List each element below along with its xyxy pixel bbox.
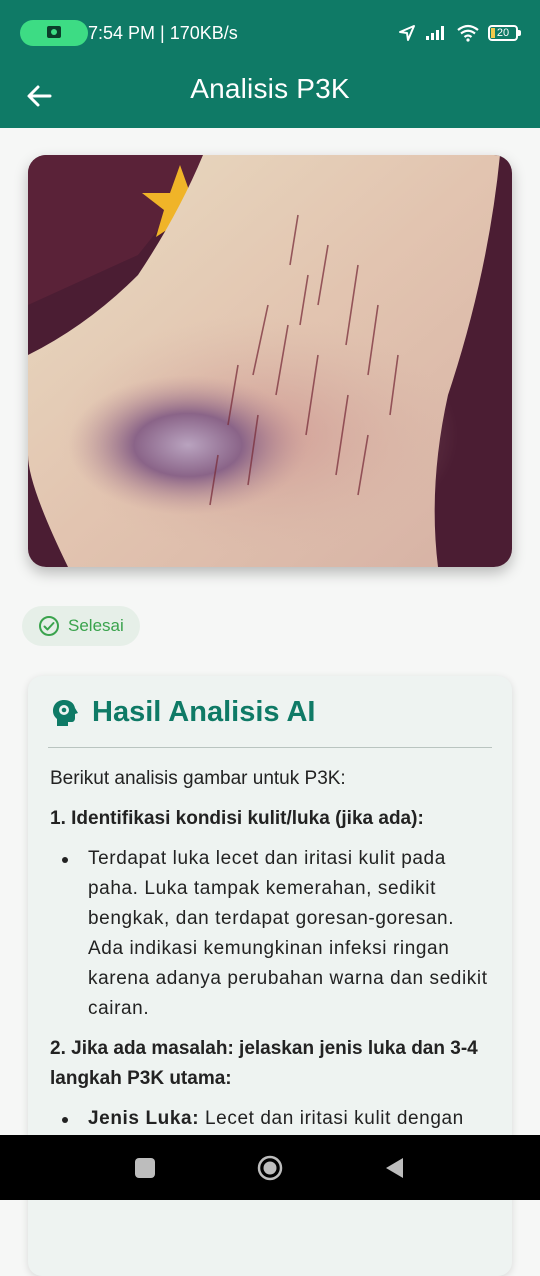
camera-icon [47, 26, 61, 38]
page-title: Analisis P3K [190, 73, 350, 104]
signal-icon [426, 26, 444, 40]
card-header: Hasil Analisis AI [50, 696, 316, 729]
status-chip-label: Selesai [68, 616, 124, 635]
section-2-heading: 2. Jika ada masalah: jelaskan jenis luka… [50, 1038, 478, 1089]
analysis-intro: Berikut analisis gambar untuk P3K: [50, 768, 346, 789]
bullet-dot [62, 857, 68, 863]
section-1-bullet-text: Terdapat luka lecet dan iritasi kulit pa… [88, 848, 488, 1019]
list-item: Jenis Luka: Lecet dan iritasi kulit deng… [50, 1104, 492, 1134]
recents-square-icon[interactable] [132, 1155, 158, 1181]
status-time-speed: 7:54 PM | 170KB/s [88, 23, 238, 43]
list-item: Terdapat luka lecet dan iritasi kulit pa… [50, 844, 492, 1024]
battery-icon: 20 [488, 25, 521, 41]
divider [48, 747, 492, 748]
bullet-dot [62, 1117, 68, 1123]
wifi-icon [457, 24, 479, 42]
status-bar: 7:54 PM | 170KB/s 20 [0, 0, 540, 64]
back-triangle-icon[interactable] [382, 1155, 408, 1181]
brain-head-icon [53, 699, 78, 726]
system-nav-bar [0, 1135, 540, 1200]
status-icons: 20 [398, 20, 521, 46]
location-arrow-icon [399, 25, 415, 41]
analysis-content: Berikut analisis gambar untuk P3K: 1. Id… [50, 764, 492, 1144]
wound-image [28, 155, 512, 567]
wound-type-text: Lecet dan iritasi kulit dengan [199, 1108, 464, 1129]
battery-level: 20 [496, 27, 510, 39]
check-circle-icon [39, 616, 59, 636]
card-title: Hasil Analisis AI [92, 696, 316, 728]
home-circle-icon[interactable] [257, 1155, 283, 1181]
app-bar: Analisis P3K [0, 64, 540, 128]
wound-type-label: Jenis Luka: [88, 1108, 200, 1129]
screen-recorder-pill[interactable] [20, 20, 88, 46]
section-1-heading: 1. Identifikasi kondisi kulit/luka (jika… [50, 808, 424, 829]
status-chip: Selesai [22, 606, 140, 646]
wound-photo [28, 155, 512, 567]
